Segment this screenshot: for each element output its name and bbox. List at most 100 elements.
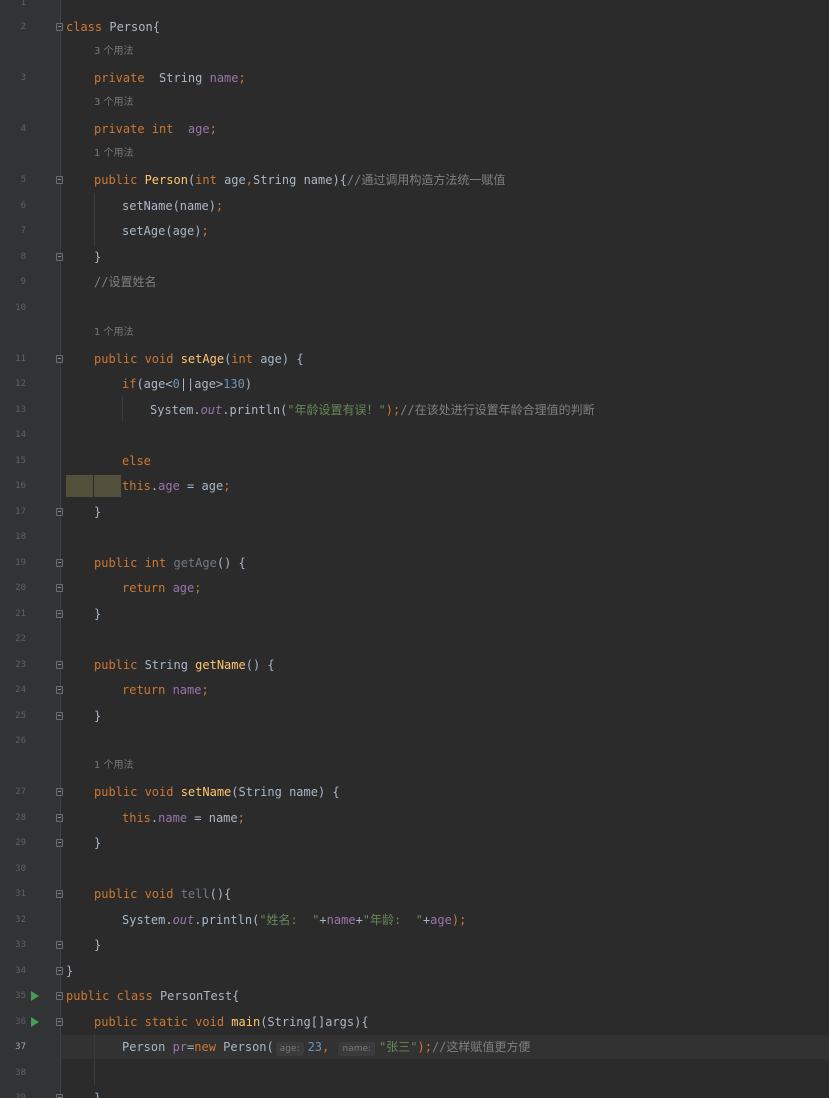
code-line[interactable]: public class PersonTest{ [66,988,239,1004]
fold-marker-icon[interactable] [56,967,63,975]
usages-hint[interactable]: 3 个用法 [94,96,134,110]
code-line[interactable]: if(age<0||age>130) [122,376,252,392]
code-token: } [94,709,102,723]
code-line[interactable]: } [94,708,101,724]
fold-marker-icon[interactable] [56,610,63,618]
fold-marker-icon[interactable] [56,23,63,31]
line-number: 6 [20,201,26,211]
code-line[interactable]: } [94,937,101,953]
code-line[interactable]: System.out.println("年龄设置有误！");//在该处进行设置年… [150,402,595,418]
usages-hint[interactable]: 1 个用法 [94,759,134,773]
fold-marker-icon[interactable] [56,839,63,847]
fold-marker-icon[interactable] [56,686,63,694]
code-token: = name [187,811,238,825]
fold-marker-icon[interactable] [56,508,63,516]
code-line[interactable]: System.out.println("姓名: "+name+"年龄: "+ag… [122,912,466,928]
line-number: 28 [15,813,26,823]
line-number: 31 [15,889,26,899]
line-number: 39 [15,1093,26,1098]
code-line[interactable]: public Person(int age,String name){//通过调… [94,172,505,188]
fold-marker-icon[interactable] [56,661,63,669]
fold-marker-icon[interactable] [56,584,63,592]
code-line[interactable]: } [94,504,101,520]
code-token: public [94,785,145,799]
fold-marker-icon[interactable] [56,814,63,822]
code-line[interactable]: public void setAge(int age) { [94,351,304,367]
code-line[interactable]: } [94,606,101,622]
code-token: public [94,658,145,672]
code-token: ; [223,479,231,493]
code-token: ; [215,199,224,213]
code-token: () { [245,658,275,672]
code-editor[interactable]: 1 2 class Person{3 3 个用法 private String name… [0,0,829,1098]
code-line[interactable]: } [94,1090,101,1098]
indent-guide [94,1034,95,1085]
code-token: , [322,1040,337,1054]
fold-marker-icon[interactable] [56,253,63,261]
code-token: name [209,71,239,85]
usages-hint[interactable]: 3 个用法 [94,45,134,59]
fold-marker-icon[interactable] [56,941,63,949]
code-line[interactable]: else [122,453,151,469]
code-token: public [94,1015,145,1029]
run-icon[interactable] [31,1017,39,1027]
code-line[interactable]: this.name = name; [122,810,245,826]
line-number-gutter[interactable] [0,0,60,1098]
code-line[interactable]: //设置姓名 [94,274,156,290]
line-number: 14 [15,430,26,440]
code-token: ; [209,122,217,136]
fold-marker-icon[interactable] [56,712,63,720]
line-number: 13 [15,405,26,415]
line-number: 7 [20,226,26,236]
code-line[interactable]: return name; [122,682,209,698]
fold-marker-icon[interactable] [56,1094,63,1098]
code-token: int [231,352,261,366]
code-line[interactable]: this.age = age; [122,478,230,494]
code-token: "张三" [379,1040,418,1054]
code-line[interactable]: Person pr=new Person(age: 23, name: "张三");… [122,1039,530,1056]
code-line[interactable]: public void setName(String name) { [94,784,340,800]
code-token: ; [201,224,209,238]
code-line[interactable]: public int getAge() { [94,555,246,571]
line-number: 30 [15,864,26,874]
code-token: Person [144,173,188,187]
code-token: private [94,71,160,85]
fold-marker-icon[interactable] [56,1018,63,1026]
code-token: age) { [260,352,304,366]
fold-marker-icon[interactable] [56,788,63,796]
code-line[interactable]: setAge(age); [122,223,209,239]
fold-marker-icon[interactable] [56,992,63,1000]
code-line[interactable]: public String getName() { [94,657,275,673]
line-number: 11 [15,354,26,364]
code-line[interactable]: private String name; [94,70,246,86]
code-line[interactable]: setName(name); [122,198,223,214]
line-number: 33 [15,940,26,950]
code-token: else [122,454,151,468]
line-number: 1 [20,0,26,8]
code-token: ); [451,913,467,927]
run-icon[interactable] [31,991,39,1001]
usages-hint[interactable]: 1 个用法 [94,147,134,161]
fold-marker-icon[interactable] [56,176,63,184]
fold-marker-icon[interactable] [56,890,63,898]
usages-hint[interactable]: 1 个用法 [94,326,134,340]
code-token: void [144,785,181,799]
line-number: 35 [15,991,26,1001]
line-number: 38 [15,1068,26,1078]
line-number: 5 [20,175,26,185]
code-line[interactable]: public static void main(String[]args){ [94,1014,369,1030]
code-line[interactable]: return age; [122,580,202,596]
code-token: (String name) { [231,785,340,799]
line-number: 29 [15,838,26,848]
code-line[interactable]: } [94,835,101,851]
code-token: age [172,581,195,595]
fold-marker-icon[interactable] [56,559,63,567]
code-token: ); [385,403,401,417]
code-line[interactable]: class Person{ [66,19,160,35]
code-line[interactable]: } [94,249,101,265]
fold-marker-icon[interactable] [56,355,63,363]
code-line[interactable]: private int age; [94,121,217,137]
code-line[interactable]: public void tell(){ [94,886,231,902]
code-line[interactable]: } [66,963,73,979]
code-token: 0 [172,377,180,391]
